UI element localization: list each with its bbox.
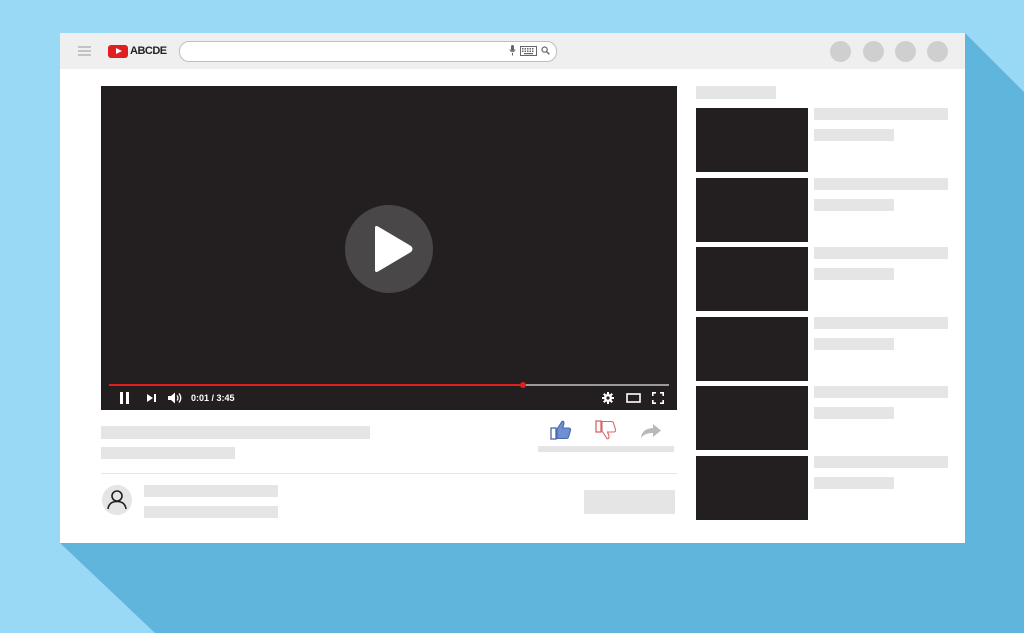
recommended-meta-placeholder xyxy=(814,268,894,280)
recommended-meta-placeholder xyxy=(814,477,894,489)
recommended-thumbnail[interactable] xyxy=(696,178,808,242)
channel-name-placeholder xyxy=(144,485,278,497)
recommended-meta-placeholder xyxy=(814,338,894,350)
volume-icon[interactable] xyxy=(168,392,183,404)
header-action-3[interactable] xyxy=(895,41,916,62)
play-logo-icon xyxy=(108,44,128,58)
recommended-meta-placeholder xyxy=(814,199,894,211)
recommended-thumbnail[interactable] xyxy=(696,108,808,172)
recommended-title-placeholder xyxy=(814,108,948,120)
video-title-placeholder xyxy=(101,426,370,439)
channel-avatar[interactable] xyxy=(102,485,132,515)
channel-meta-placeholder xyxy=(144,506,278,518)
logo-text: ABCDE xyxy=(130,45,167,57)
current-time: 0:01 xyxy=(191,393,210,403)
dislike-icon[interactable] xyxy=(595,420,617,440)
recommended-title-placeholder xyxy=(814,456,948,468)
recommended-title-placeholder xyxy=(814,178,948,190)
recommended-thumbnail[interactable] xyxy=(696,386,808,450)
next-icon[interactable] xyxy=(147,392,157,404)
video-player[interactable]: 0:01 / 3:45 xyxy=(101,86,677,410)
user-icon xyxy=(107,490,127,510)
header-action-2[interactable] xyxy=(863,41,884,62)
microphone-icon[interactable] xyxy=(509,45,516,56)
recommended-meta-placeholder xyxy=(814,129,894,141)
view-count-placeholder xyxy=(101,447,235,459)
recommended-title-placeholder xyxy=(814,317,948,329)
time-separator: / xyxy=(209,393,217,403)
time-display: 0:01 / 3:45 xyxy=(191,393,235,403)
play-button[interactable] xyxy=(345,205,433,293)
settings-icon[interactable] xyxy=(602,392,614,404)
browser-window: ABCDE 0:01 / 3:45 xyxy=(60,33,965,543)
duration: 3:45 xyxy=(216,393,235,403)
divider xyxy=(101,473,677,474)
subscribe-button-placeholder[interactable] xyxy=(584,490,675,514)
progress-bar[interactable] xyxy=(109,382,669,388)
progress-fill xyxy=(109,384,524,386)
pause-icon[interactable] xyxy=(119,392,130,404)
like-icon[interactable] xyxy=(550,420,572,440)
recommended-title-placeholder xyxy=(814,386,948,398)
keyboard-icon[interactable] xyxy=(520,45,537,56)
recommended-thumbnail[interactable] xyxy=(696,317,808,381)
recommended-thumbnail[interactable] xyxy=(696,247,808,311)
search-input[interactable] xyxy=(179,41,557,62)
progress-handle[interactable] xyxy=(520,382,527,388)
top-bar: ABCDE xyxy=(60,33,965,69)
site-logo[interactable]: ABCDE xyxy=(108,44,167,58)
share-icon[interactable] xyxy=(640,423,662,439)
fullscreen-icon[interactable] xyxy=(652,392,664,404)
header-action-1[interactable] xyxy=(830,41,851,62)
play-icon xyxy=(375,226,413,272)
menu-icon[interactable] xyxy=(78,46,91,56)
recommended-meta-placeholder xyxy=(814,407,894,419)
sidebar-heading-placeholder xyxy=(696,86,776,99)
sentiment-bar-placeholder xyxy=(538,446,674,452)
recommended-title-placeholder xyxy=(814,247,948,259)
theater-mode-icon[interactable] xyxy=(626,392,641,404)
search-icon[interactable] xyxy=(541,46,550,55)
header-avatar[interactable] xyxy=(927,41,948,62)
recommended-thumbnail[interactable] xyxy=(696,456,808,520)
